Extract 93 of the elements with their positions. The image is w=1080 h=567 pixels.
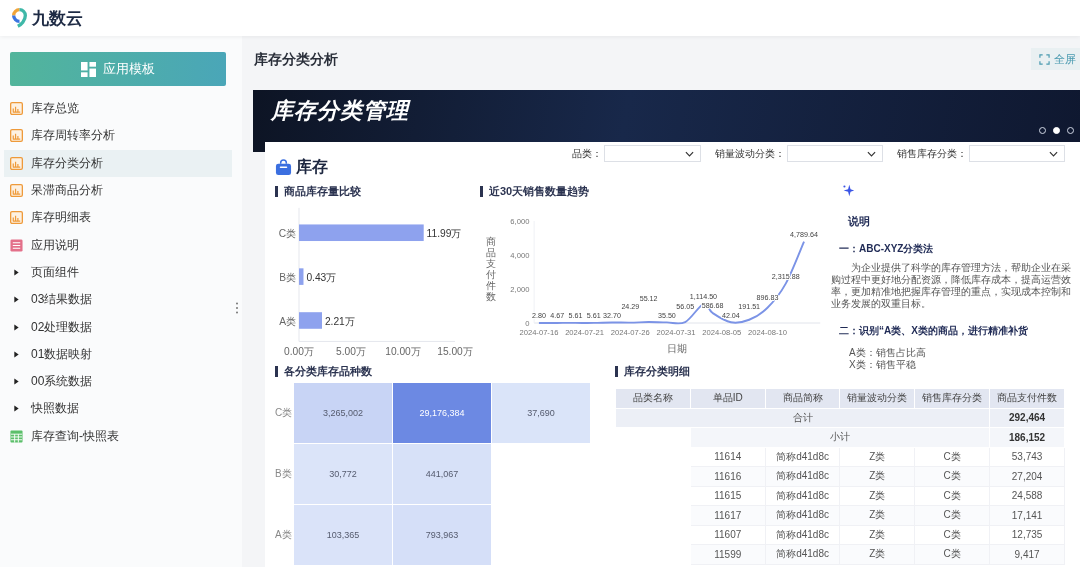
caret-icon [13, 268, 20, 276]
chart-icon [10, 184, 23, 198]
column-header[interactable]: 单品ID [690, 388, 766, 408]
app-name: 九数云 [32, 7, 83, 30]
filter-label: 销量波动分类： [715, 146, 785, 161]
table-title: 库存分类明细 [615, 366, 690, 377]
heatmap-cell: 3,265,002 [294, 383, 392, 443]
chart-icon [10, 211, 23, 225]
caret-icon [13, 296, 20, 304]
heatmap-cell: 441,067 [393, 444, 491, 504]
sidebar-item[interactable]: 库存总览 [4, 95, 232, 123]
logo-icon [11, 8, 28, 28]
grid-icon [81, 61, 96, 77]
chart-icon [10, 102, 23, 116]
page-title: 库存分类分析 [254, 51, 338, 69]
sidebar-item[interactable]: 00系统数据 [4, 367, 232, 396]
banner-title: 库存分类管理 [271, 97, 409, 125]
sidebar-item[interactable]: 呆滞商品分析 [4, 176, 232, 205]
sidebar-item[interactable]: 库存分类分析 [4, 149, 232, 177]
document-icon [10, 238, 23, 252]
section-heading: 说明 [848, 214, 870, 229]
chevron-down-icon [1049, 150, 1058, 157]
axis-label: 2,000 [510, 284, 530, 294]
section-title: 一：ABC-XYZ分类法 [839, 242, 934, 256]
chevron-down-icon [867, 150, 876, 157]
value-label: 2.21万 [324, 315, 355, 327]
caret-icon [13, 378, 20, 386]
chart-icon [10, 129, 23, 143]
axis-label: A类 [279, 315, 297, 327]
expand-icon [1039, 53, 1050, 65]
column-header[interactable]: 商品简称 [765, 388, 840, 408]
sidebar-item[interactable]: 应用说明 [4, 231, 232, 259]
value-label: 11.99万 [426, 228, 462, 240]
definition-text: A类：销售占比高 [849, 347, 926, 359]
axis-label: B类 [279, 272, 297, 283]
axis-label: 2024-08-05 [702, 328, 742, 338]
axis-label: 0.00万 [284, 346, 314, 358]
axis-label: B类 [275, 467, 293, 481]
axis-label: 10.00万 [385, 346, 421, 358]
column-header[interactable]: 销售库存分类 [914, 388, 990, 408]
axis-label: 2024-07-26 [610, 328, 650, 338]
axis-label: C类 [275, 406, 293, 420]
caret-icon [13, 350, 20, 358]
sidebar-item[interactable]: 页面组件 [4, 258, 232, 287]
axis-label: 2024-07-21 [565, 328, 605, 338]
column-header[interactable]: 销量波动分类 [840, 388, 915, 408]
heatmap-cell: 29,176,384 [393, 383, 491, 443]
sidebar-item[interactable]: 库存周转率分析 [4, 122, 232, 150]
heatmap-cell: 30,772 [294, 444, 392, 504]
chart-title: 近30天销售数量趋势 [480, 186, 590, 197]
value-label: 0.43万 [306, 272, 337, 283]
section-title: 二：识别“A类、X类的商品，进行精准补货 [839, 324, 1028, 338]
axis-label: A类 [275, 528, 293, 542]
chart-title: 各分类库存品种数 [275, 366, 372, 377]
caret-icon [13, 405, 20, 413]
sidebar-item[interactable]: 快照数据 [4, 395, 232, 423]
table-icon [10, 429, 23, 443]
heatmap-cell: 103,365 [294, 505, 392, 565]
column-header[interactable]: 品类名称 [615, 388, 691, 408]
axis-label: 6,000 [510, 216, 530, 226]
bar [299, 268, 304, 285]
axis-label: 2024-07-31 [656, 328, 696, 338]
chevron-down-icon [685, 150, 694, 157]
axis-label: 0 [525, 318, 530, 328]
axis-label: 15.00万 [437, 346, 473, 358]
axis-title: 日期 [667, 342, 688, 354]
caret-icon [13, 323, 20, 331]
axis-label: 5.00万 [336, 346, 366, 358]
axis-title: 商品支付件数 [486, 236, 496, 302]
bar [299, 312, 322, 329]
card-title: 库存 [296, 157, 328, 177]
axis-label: C类 [278, 228, 297, 240]
axis-label: 2024-07-16 [519, 328, 559, 338]
heatmap-cell: 37,690 [492, 383, 590, 443]
sidebar-item[interactable]: 01数据映射 [4, 340, 232, 368]
drag-handle-icon[interactable] [235, 302, 239, 314]
filter-label: 品类： [572, 146, 602, 161]
sparkle-icon [842, 184, 855, 197]
chart-title: 商品库存量比较 [275, 186, 361, 197]
axis-label: 4,000 [510, 250, 530, 260]
table-cell: 合计 [615, 408, 990, 428]
definition-text: X类：销售平稳 [849, 359, 916, 371]
heatmap-cell: 793,963 [393, 505, 491, 565]
sidebar-item[interactable]: 03结果数据 [4, 286, 232, 314]
paragraph: 为企业提供了科学的库存管理方法，帮助企业在采购过程中更好地分配资源，降低库存成本，提高运营效率，更加精准地把握库存管理的重点，实现成本控制和业务发展的双重目标。 [831, 262, 1072, 310]
filter-label: 销售库存分类： [897, 146, 967, 161]
axis-label: 2024-08-10 [748, 328, 787, 338]
column-header[interactable]: 商品支付件数 [989, 388, 1065, 408]
sidebar-item[interactable]: 库存查询-快照表 [4, 422, 232, 450]
sidebar-item[interactable]: 02处理数据 [4, 313, 232, 341]
chart-icon [10, 156, 23, 170]
sidebar-item[interactable]: 库存明细表 [4, 204, 232, 232]
shopping-bag-icon [275, 159, 292, 176]
